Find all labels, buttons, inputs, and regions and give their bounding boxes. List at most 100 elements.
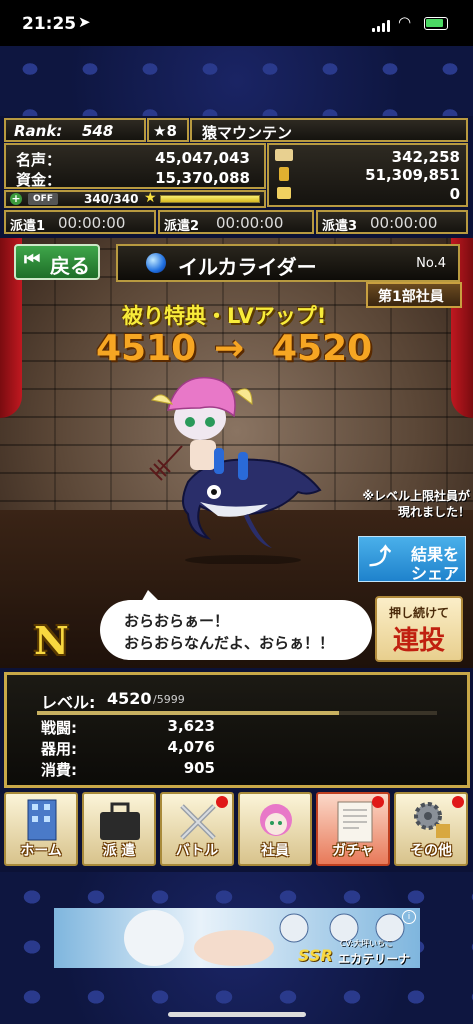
ad-cv: CV:大坪いちこ xyxy=(340,939,394,948)
status-bar: 21:25 ➤ ◠ xyxy=(0,0,473,46)
nav-home-label: ホーム xyxy=(20,843,62,859)
level-value: 4520 xyxy=(107,689,152,708)
speech-bubble: おらおらぁー！ おらおらなんだよ、おらぁ！！ xyxy=(100,600,372,660)
auto-toggle[interactable]: OFF xyxy=(28,193,58,205)
back-icon: ⏮ xyxy=(24,249,41,270)
employee-icon xyxy=(260,804,292,836)
resource3-value: 0 xyxy=(449,185,460,203)
wifi-icon: ◠ xyxy=(398,13,412,31)
top-background xyxy=(0,46,473,116)
department-label: 第1部社員 xyxy=(378,289,444,305)
company-panel: 猿マウンテン xyxy=(190,118,468,142)
rank-value: 548 xyxy=(82,122,114,140)
stat-label-dexterity: 器用: xyxy=(41,740,77,758)
dispatch-2-label: 派遣2 xyxy=(164,219,200,234)
resource1-value: 342,258 xyxy=(391,148,460,166)
speech-tail xyxy=(140,590,162,604)
notification-dot-other xyxy=(452,796,464,808)
gear-icon xyxy=(414,802,450,838)
stars-value: ★8 xyxy=(153,122,177,140)
level-label: レベル: xyxy=(41,693,96,712)
nav-gacha-label: ガチャ xyxy=(332,843,374,859)
add-stamina-icon[interactable]: + xyxy=(10,193,22,205)
notification-dot-gacha xyxy=(372,796,384,808)
dispatch-3-label: 派遣3 xyxy=(322,219,358,234)
level-max: /5999 xyxy=(153,693,185,706)
level-arrow: → xyxy=(214,328,245,369)
level-progress-fill xyxy=(37,711,339,715)
speech-line2: おらおらなんだよ、おらぁ！！ xyxy=(124,634,335,652)
stars-panel: ★8 xyxy=(147,118,189,142)
dispatch-2[interactable]: 派遣2 00:00:00 xyxy=(158,210,314,234)
dispatch-3[interactable]: 派遣3 00:00:00 xyxy=(316,210,468,234)
ad-character-name: エカテリーナ xyxy=(338,952,411,966)
company-name: 猿マウンテン xyxy=(202,124,293,142)
notice-line1: ※レベル上限社員が xyxy=(362,489,470,503)
stat-label-battle: 戦闘: xyxy=(41,719,77,737)
share-line2: シェア xyxy=(411,564,460,583)
battery-icon xyxy=(424,17,448,30)
department-badge: 第1部社員 xyxy=(366,282,462,308)
level-from: 4510 xyxy=(96,328,197,369)
rapid-big-label: 連投 xyxy=(392,626,445,656)
funds-label: 資金： xyxy=(16,171,62,189)
share-result-button[interactable]: ⤴ 結果を シェア xyxy=(358,536,466,583)
stamina-panel: + OFF 340/340 ★ xyxy=(4,190,266,208)
speech-line1: おらおらぁー！ xyxy=(124,612,230,630)
level-cap-notice: ※レベル上限社員が 現れました！ xyxy=(336,488,470,520)
briefcase-icon xyxy=(100,802,140,840)
fame-label: 名声： xyxy=(16,151,62,169)
share-icon: ⤴ xyxy=(369,545,392,570)
swords-icon xyxy=(180,804,216,840)
dispatch-3-time: 00:00:00 xyxy=(370,214,438,232)
hold-to-repeat-button[interactable]: 押し続けて 連投 xyxy=(375,596,463,662)
dispatch-1[interactable]: 派遣1 00:00:00 xyxy=(4,210,156,234)
home-indicator xyxy=(168,1012,306,1017)
rank-label: Rank: xyxy=(14,122,63,140)
level-progress-bar xyxy=(37,711,437,715)
stat-value-dexterity: 4,076 xyxy=(167,738,215,756)
nav-employees-label: 社員 xyxy=(261,843,289,859)
ad-info-icon[interactable]: i xyxy=(402,910,416,924)
dolphin-rider-character xyxy=(149,376,322,564)
dispatch-1-time: 00:00:00 xyxy=(58,214,126,232)
resource-panel: 342,258 51,309,851 0 xyxy=(267,143,468,207)
potion-icon xyxy=(279,167,289,181)
cellular-signal-icon xyxy=(372,20,392,32)
nav-home[interactable]: ホーム xyxy=(4,792,78,866)
nav-employees[interactable]: 社員 xyxy=(238,792,312,866)
levelup-title: 被り特典・LVアップ! xyxy=(122,304,327,328)
star-icon: ★ xyxy=(144,190,157,206)
ticket-icon xyxy=(275,149,293,161)
stat-label-cost: 消費: xyxy=(41,761,77,779)
nav-dispatch-label: 派 遣 xyxy=(102,843,136,859)
dispatch-2-time: 00:00:00 xyxy=(216,214,284,232)
ad-ssr-badge: SSR xyxy=(298,946,333,965)
resource2-value: 51,309,851 xyxy=(365,166,460,184)
building-icon xyxy=(27,799,57,841)
nav-battle-label: バトル xyxy=(175,843,219,859)
dispatch-1-label: 派遣1 xyxy=(10,219,46,234)
stamina-value: 340/340 xyxy=(84,192,139,206)
coupon-icon xyxy=(277,187,291,199)
ad-banner[interactable]: SSR エカテリーナ CV:大坪いちこ i xyxy=(54,908,420,968)
funds-value: 15,370,088 xyxy=(155,169,250,187)
status-time: 21:25 xyxy=(22,14,77,34)
notice-line2: 現れました！ xyxy=(397,505,470,519)
gacha-document-icon xyxy=(337,801,373,843)
fame-value: 45,047,043 xyxy=(155,149,250,167)
location-arrow-icon: ➤ xyxy=(78,13,91,31)
back-button[interactable]: ⏮ 戻る xyxy=(14,244,100,280)
stamina-bar xyxy=(160,195,260,203)
nav-dispatch[interactable]: 派 遣 xyxy=(82,792,156,866)
stat-value-cost: 905 xyxy=(183,759,215,777)
employee-name: イルカライダー xyxy=(178,255,317,279)
notification-dot-battle xyxy=(216,796,228,808)
employee-number: No.4 xyxy=(416,256,446,271)
stamina-bar-fill xyxy=(161,196,259,202)
employee-name-bar: イルカライダー No.4 xyxy=(116,244,460,282)
rapid-small-label: 押し続けて xyxy=(388,606,449,620)
nav-other-label: その他 xyxy=(410,843,452,859)
rank-panel: Rank: 548 xyxy=(4,118,146,142)
money-panel: 名声： 45,047,043 資金： 15,370,088 xyxy=(4,143,266,189)
